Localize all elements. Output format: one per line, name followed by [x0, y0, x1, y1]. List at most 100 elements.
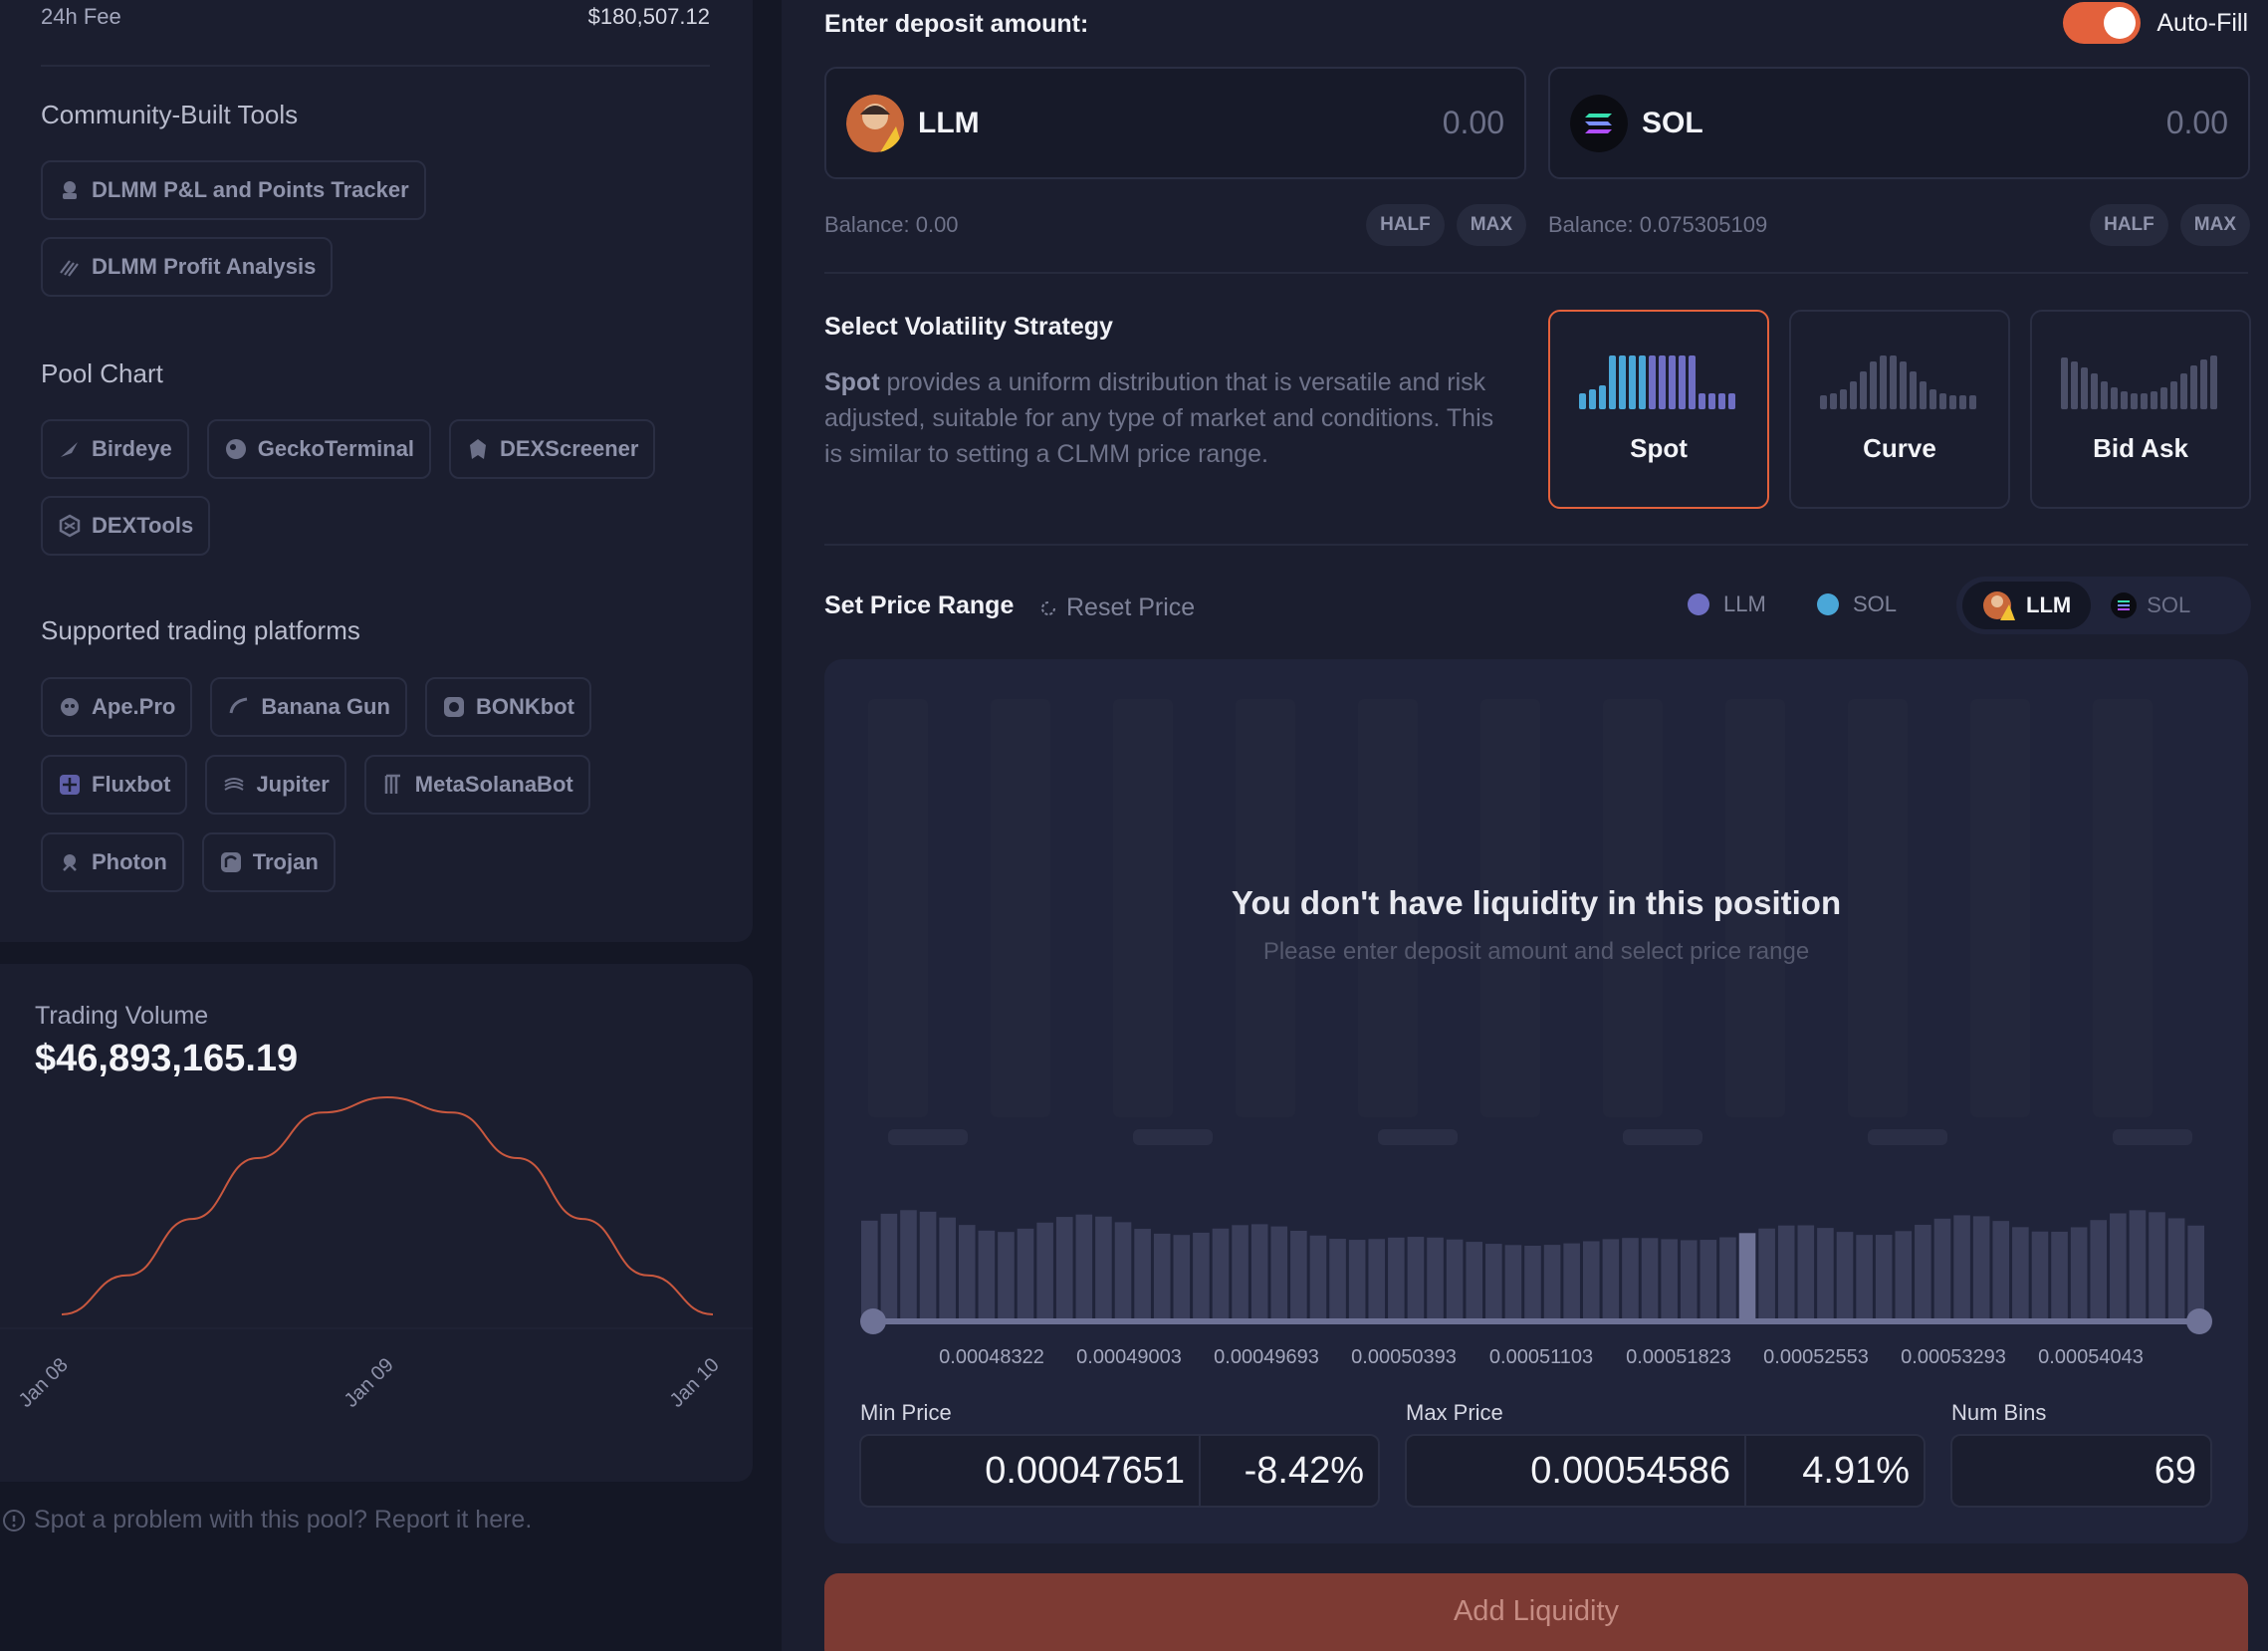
- bin-bar: [1563, 1243, 1580, 1321]
- denom-llm-option[interactable]: LLM: [1962, 582, 2092, 629]
- chip-label: Jupiter: [256, 772, 330, 797]
- bin-bar: [1543, 1245, 1561, 1321]
- birdeye-link[interactable]: Birdeye: [41, 419, 189, 479]
- community-tools-title: Community-Built Tools: [41, 100, 299, 129]
- sol-amount-input[interactable]: SOL 0.00: [1548, 67, 2250, 179]
- bin-bar: [1173, 1235, 1191, 1321]
- denom-sol-option[interactable]: SOL: [2091, 582, 2210, 629]
- price-range-chart: You don't have liquidity in this positio…: [824, 659, 2248, 1543]
- sol-balance-row: Balance: 0.075305109 HALF MAX: [1548, 204, 2250, 246]
- min-price-input[interactable]: 0.00047651 -8.42%: [859, 1434, 1380, 1508]
- price-tick-label: 0.00053293: [1901, 1346, 2006, 1368]
- strategy-spot-option[interactable]: Spot: [1548, 310, 1769, 509]
- chip-label: Birdeye: [92, 436, 172, 461]
- bin-bar: [1446, 1239, 1464, 1321]
- geckoterminal-link[interactable]: GeckoTerminal: [206, 419, 432, 479]
- fee-row: 24h Fee $180,507.12: [41, 4, 710, 30]
- min-price-label: Min Price: [860, 1400, 952, 1425]
- fluxbot-link[interactable]: Fluxbot: [41, 755, 188, 815]
- dexscreener-link[interactable]: DEXScreener: [449, 419, 656, 479]
- llm-symbol: LLM: [918, 106, 980, 139]
- divider: [824, 272, 2248, 274]
- num-bins-input[interactable]: 69: [1950, 1434, 2212, 1508]
- sol-balance: Balance: 0.075305109: [1548, 212, 1768, 237]
- chip-label: Banana Gun: [261, 694, 390, 719]
- bin-bar: [1777, 1225, 1795, 1321]
- chip-label: DEXTools: [92, 513, 194, 538]
- llm-half-button[interactable]: HALF: [1366, 204, 1445, 246]
- sol-token-icon: [1570, 94, 1628, 152]
- llm-balance-row: Balance: 0.00 HALF MAX: [824, 204, 1526, 246]
- sol-half-button[interactable]: HALF: [2090, 204, 2168, 246]
- sol-amount: 0.00: [2165, 105, 2228, 140]
- bin-bar: [1270, 1226, 1288, 1321]
- metasolanabot-link[interactable]: MetaSolanaBot: [363, 755, 590, 815]
- min-price-percent: -8.42%: [1199, 1436, 1378, 1506]
- bonkbot-link[interactable]: BONKbot: [424, 677, 591, 737]
- num-bins-value: 69: [2154, 1449, 2196, 1492]
- sol-max-button[interactable]: MAX: [2179, 204, 2250, 246]
- max-price-handle[interactable]: [2186, 1308, 2212, 1334]
- trojan-link[interactable]: Trojan: [201, 832, 336, 892]
- tool-pnl-tracker-link[interactable]: DLMM P&L and Points Tracker: [41, 160, 426, 220]
- bin-bar: [2187, 1225, 2204, 1321]
- num-bins-label: Num Bins: [1951, 1400, 2047, 1425]
- llm-max-button[interactable]: MAX: [1456, 204, 1526, 246]
- strategy-description: Spot provides a uniform distribution tha…: [824, 364, 1511, 472]
- autofill-control: Auto-Fill: [2063, 2, 2248, 44]
- strategy-curve-option[interactable]: Curve: [1789, 310, 2010, 509]
- reset-price-button[interactable]: Reset Price: [1038, 593, 1195, 622]
- pool-info-panel: 24h Fee $180,507.12 Community-Built Tool…: [0, 0, 753, 942]
- stripes-icon: [60, 260, 79, 277]
- trojan-icon: [220, 852, 241, 872]
- bin-bar: [1836, 1232, 1854, 1321]
- report-link[interactable]: Spot a problem with this pool? Report it…: [2, 1506, 532, 1534]
- bin-bar: [1875, 1235, 1893, 1321]
- autofill-toggle[interactable]: [2063, 2, 2142, 44]
- bin-bar: [958, 1225, 976, 1321]
- ghost-label: [2113, 1129, 2192, 1145]
- ape-pro-link[interactable]: Ape.Pro: [41, 677, 193, 737]
- bin-bar: [919, 1211, 937, 1321]
- bin-bar: [1504, 1245, 1522, 1321]
- price-tick-label: 0.00049003: [1076, 1346, 1182, 1368]
- bin-bar: [880, 1213, 898, 1321]
- photon-link[interactable]: Photon: [41, 832, 184, 892]
- denom-llm-label: LLM: [2026, 592, 2072, 617]
- bidask-distribution-icon: [2061, 355, 2217, 409]
- sol-token-icon: [2111, 592, 2138, 618]
- trading-volume-chart: Jan 08 Jan 09 Jan 10: [0, 1095, 753, 1412]
- bin-bar: [1114, 1222, 1132, 1321]
- strategy-bidask-option[interactable]: Bid Ask: [2030, 310, 2251, 509]
- price-tick-label: 0.00048322: [939, 1346, 1044, 1368]
- volume-series-line: [61, 1095, 714, 1315]
- banana-icon: [229, 697, 248, 714]
- price-range-title: Set Price Range: [824, 591, 1015, 619]
- gecko-icon: [225, 439, 246, 459]
- min-price-handle[interactable]: [860, 1308, 886, 1334]
- add-liquidity-panel: Enter deposit amount: Auto-Fill LLM 0.00…: [782, 0, 2268, 1651]
- jupiter-link[interactable]: Jupiter: [205, 755, 346, 815]
- bin-bar: [1466, 1242, 1483, 1321]
- bin-bar: [1485, 1244, 1502, 1321]
- banana-gun-link[interactable]: Banana Gun: [210, 677, 407, 737]
- bin-bar: [2149, 1212, 2165, 1321]
- add-liquidity-button[interactable]: Add Liquidity: [824, 1573, 2248, 1651]
- range-track[interactable]: [873, 1318, 2197, 1324]
- llm-amount-input[interactable]: LLM 0.00: [824, 67, 1526, 179]
- pool-chart-title: Pool Chart: [41, 358, 163, 388]
- ghost-label: [888, 1129, 968, 1145]
- dextools-link[interactable]: DEXTools: [41, 496, 211, 556]
- bin-bar: [1388, 1237, 1405, 1321]
- bin-bar: [2110, 1213, 2127, 1321]
- jupiter-icon: [224, 778, 244, 791]
- bin-bar: [1992, 1221, 2010, 1321]
- max-price-input[interactable]: 0.00054586 4.91%: [1405, 1434, 1926, 1508]
- ghost-label: [1133, 1129, 1213, 1145]
- bin-bar: [1895, 1231, 1913, 1321]
- fee-label: 24h Fee: [41, 4, 121, 29]
- bin-bar: [1036, 1222, 1053, 1321]
- llm-token-icon: [1983, 591, 2015, 620]
- tool-profit-analysis-link[interactable]: DLMM Profit Analysis: [41, 237, 334, 297]
- ghost-label: [1623, 1129, 1702, 1145]
